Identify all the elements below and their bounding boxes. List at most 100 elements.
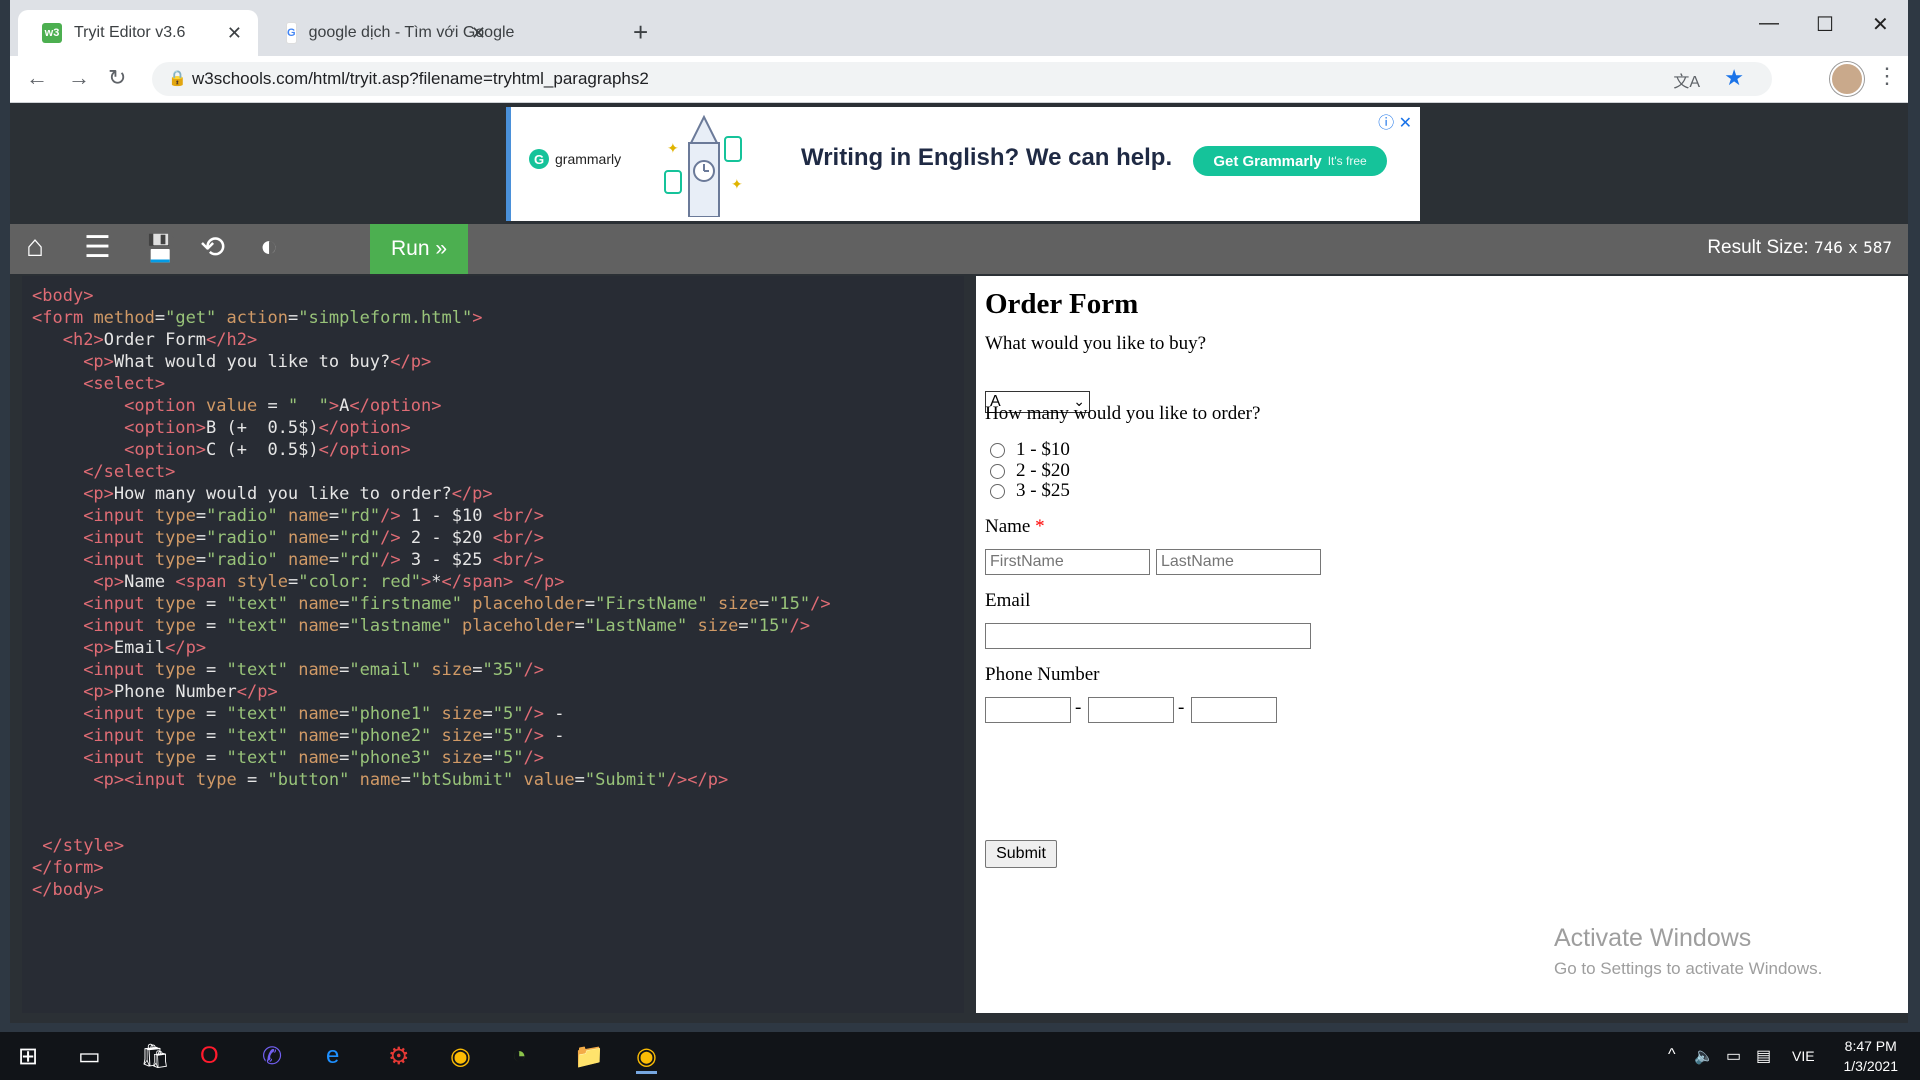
email-input[interactable] bbox=[985, 623, 1311, 649]
address-bar[interactable]: 🔒 w3schools.com/html/tryit.asp?filename=… bbox=[152, 62, 1772, 96]
page-viewport: G grammarly ✦ ✦ Writing in English? We c… bbox=[10, 103, 1908, 1023]
bookmark-star-icon[interactable]: ★ bbox=[1724, 65, 1744, 91]
browser-window: w3 Tryit Editor v3.6 ✕ G google dịch - T… bbox=[10, 0, 1908, 1023]
menu-icon[interactable]: ☰ bbox=[84, 230, 111, 265]
name-label: Name * bbox=[985, 516, 1045, 538]
tray-chevron-icon[interactable]: ^ bbox=[1668, 1046, 1676, 1064]
security-icon[interactable]: ⚙ bbox=[388, 1042, 410, 1071]
task-view-icon[interactable]: ▭ bbox=[78, 1042, 101, 1071]
quantity-question: How many would you like to order? bbox=[985, 403, 1261, 424]
run-button[interactable]: Run » bbox=[370, 224, 468, 274]
cta-label: Get Grammarly bbox=[1213, 152, 1322, 170]
google-icon: G bbox=[286, 22, 297, 44]
chrome-icon[interactable]: ◉ bbox=[450, 1042, 471, 1071]
ad-headline: Writing in English? We can help. bbox=[801, 144, 1173, 171]
opera-icon[interactable]: O bbox=[200, 1042, 219, 1070]
email-label: Email bbox=[985, 590, 1031, 611]
watermark-title: Activate Windows bbox=[1554, 924, 1752, 952]
tab-strip: w3 Tryit Editor v3.6 ✕ G google dịch - T… bbox=[10, 0, 1908, 56]
lastname-input[interactable]: LastName bbox=[1156, 549, 1321, 575]
name-label-text: Name bbox=[985, 516, 1031, 537]
file-explorer-icon[interactable]: 📁 bbox=[574, 1042, 604, 1071]
result-width: 746 bbox=[1813, 238, 1843, 257]
new-tab-button[interactable]: + bbox=[633, 17, 648, 48]
url-text: w3schools.com/html/tryit.asp?filename=tr… bbox=[192, 69, 649, 88]
w3schools-icon: w3 bbox=[42, 23, 62, 43]
profile-avatar[interactable] bbox=[1830, 62, 1864, 96]
result-x: x bbox=[1848, 238, 1858, 257]
svg-text:✦: ✦ bbox=[731, 176, 743, 192]
edge-icon[interactable]: e bbox=[326, 1042, 339, 1070]
result-size: Result Size: 746 x 587 bbox=[1707, 237, 1892, 259]
firstname-input[interactable]: FirstName bbox=[985, 549, 1150, 575]
watermark-subtitle: Go to Settings to activate Windows. bbox=[1554, 959, 1823, 978]
radio-label: 2 - $20 bbox=[1016, 460, 1070, 481]
required-mark: * bbox=[1035, 516, 1045, 537]
close-icon[interactable]: ✕ bbox=[227, 23, 242, 44]
radio-button[interactable] bbox=[990, 483, 1005, 499]
clock[interactable]: 8:47 PM 1/3/2021 bbox=[1844, 1036, 1899, 1076]
radio-label: 1 - $10 bbox=[1016, 439, 1070, 460]
phone3-input[interactable] bbox=[1191, 697, 1277, 723]
radio-option-3[interactable]: 3 - $25 bbox=[990, 480, 1070, 502]
translate-icon[interactable]: 文A bbox=[1673, 68, 1700, 92]
result-height: 587 bbox=[1863, 238, 1892, 257]
battery-icon[interactable]: ▭ bbox=[1726, 1046, 1741, 1066]
radio-label: 3 - $25 bbox=[1016, 480, 1070, 501]
radio-button[interactable] bbox=[990, 463, 1005, 479]
windows-taskbar: ⊞ ▭ 🛍 O ✆ e ⚙ ◉ ◔ 📁 ◉ ^ 🔈 ▭ ▤ VIE 8:47 P… bbox=[0, 1032, 1920, 1080]
phone-label: Phone Number bbox=[985, 664, 1100, 685]
phone1-input[interactable] bbox=[985, 697, 1071, 723]
minimize-button[interactable]: — bbox=[1759, 12, 1779, 35]
language-indicator[interactable]: VIE bbox=[1792, 1048, 1815, 1064]
result-frame: Order Form What would you like to buy? A… bbox=[976, 276, 1908, 1013]
contrast-icon[interactable]: ◐ bbox=[260, 230, 278, 264]
tryit-toolbar: ⌂ ☰ 💾 ⟲ ◐ Run » Result Size: 746 x 587 bbox=[10, 224, 1908, 274]
save-icon[interactable]: 💾 bbox=[144, 233, 176, 264]
clock-date: 1/3/2021 bbox=[1843, 1058, 1899, 1074]
ad-choices-close-icon[interactable]: ⓘ ✕ bbox=[1378, 109, 1412, 133]
cta-note: It's free bbox=[1327, 154, 1367, 168]
get-grammarly-button[interactable]: Get Grammarly It's free bbox=[1193, 146, 1387, 176]
buy-question: What would you like to buy? bbox=[985, 333, 1207, 354]
svg-text:✦: ✦ bbox=[667, 140, 679, 156]
form-title: Order Form bbox=[985, 288, 1139, 320]
radio-option-2[interactable]: 2 - $20 bbox=[990, 460, 1070, 482]
phone-separator: - bbox=[1075, 697, 1082, 718]
window-close-button[interactable]: ✕ bbox=[1872, 12, 1889, 37]
radio-button[interactable] bbox=[990, 442, 1005, 458]
forward-icon[interactable]: → bbox=[68, 65, 90, 91]
menu-kebab-icon[interactable]: ⋮ bbox=[1876, 63, 1898, 89]
chrome-active-icon[interactable]: ◉ bbox=[636, 1042, 657, 1074]
reload-icon[interactable]: ↻ bbox=[108, 65, 126, 91]
result-size-label: Result Size: bbox=[1707, 237, 1809, 258]
home-icon[interactable]: ⌂ bbox=[26, 230, 44, 264]
clock-time: 8:47 PM bbox=[1844, 1038, 1897, 1054]
grammarly-ad-banner[interactable]: G grammarly ✦ ✦ Writing in English? We c… bbox=[506, 107, 1420, 221]
submit-button[interactable]: Submit bbox=[985, 840, 1057, 868]
volume-icon[interactable]: 🔈 bbox=[1694, 1046, 1714, 1066]
lock-icon: 🔒 bbox=[168, 70, 187, 87]
browser-toolbar: ← → ↻ 🔒 w3schools.com/html/tryit.asp?fil… bbox=[10, 56, 1908, 103]
grammarly-brand: grammarly bbox=[555, 151, 622, 167]
grammarly-logo: G grammarly bbox=[529, 149, 621, 169]
code-editor[interactable]: <body> <form method="get" action="simple… bbox=[22, 276, 964, 1013]
app-icon[interactable]: ◔ bbox=[512, 1042, 527, 1070]
phone2-input[interactable] bbox=[1088, 697, 1174, 723]
viber-icon[interactable]: ✆ bbox=[262, 1042, 282, 1071]
notification-icon[interactable]: ▤ bbox=[1756, 1046, 1771, 1066]
store-icon[interactable]: 🛍 bbox=[140, 1042, 170, 1071]
activate-windows-watermark: Activate Windows Go to Settings to activ… bbox=[1554, 924, 1822, 979]
close-icon[interactable]: ✕ bbox=[471, 23, 486, 44]
maximize-button[interactable]: ☐ bbox=[1816, 12, 1834, 37]
windows-start-icon[interactable]: ⊞ bbox=[18, 1042, 38, 1071]
rotate-icon[interactable]: ⟲ bbox=[200, 230, 225, 265]
grammarly-g-icon: G bbox=[529, 149, 549, 169]
tab-google-search[interactable]: G google dịch - Tìm với Google ✕ bbox=[262, 10, 514, 56]
radio-option-1[interactable]: 1 - $10 bbox=[990, 439, 1070, 461]
code-text[interactable]: <body> <form method="get" action="simple… bbox=[22, 276, 964, 901]
back-icon[interactable]: ← bbox=[26, 65, 48, 91]
big-ben-illustration-icon: ✦ ✦ bbox=[664, 114, 743, 217]
tab-tryit-editor[interactable]: w3 Tryit Editor v3.6 ✕ bbox=[18, 10, 258, 56]
phone-separator: - bbox=[1178, 697, 1185, 718]
